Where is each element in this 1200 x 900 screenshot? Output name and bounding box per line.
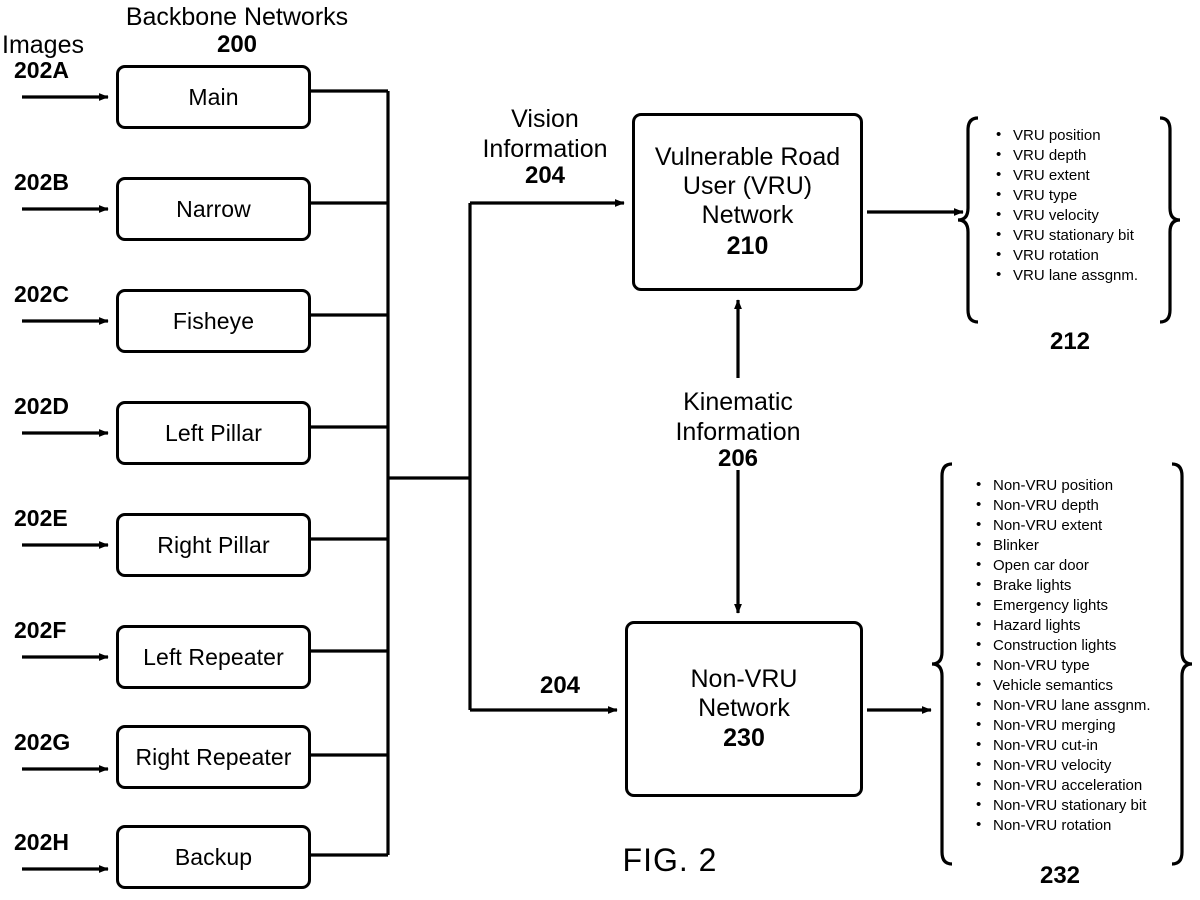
input-ref-202h: 202H <box>14 829 69 855</box>
list-item: Vehicle semantics <box>968 675 1151 696</box>
vru-outputs-ref: 212 <box>1049 328 1091 355</box>
backbone-box-main[interactable]: Main <box>116 65 311 129</box>
vru-network-line3: Network <box>701 201 794 230</box>
images-label: Images <box>2 31 84 59</box>
list-item: VRU rotation <box>988 245 1138 266</box>
vru-network-line2: User (VRU) <box>682 172 813 201</box>
list-item: Construction lights <box>968 635 1151 656</box>
backbone-label-fisheye: Fisheye <box>172 307 255 334</box>
list-item: Non-VRU type <box>968 655 1151 676</box>
backbone-box-left-repeater[interactable]: Left Repeater <box>116 625 311 689</box>
list-item: Open car door <box>968 555 1151 576</box>
vision-information-line1: Vision <box>511 105 579 133</box>
nonvru-network-ref: 230 <box>723 724 765 752</box>
list-item: VRU position <box>988 125 1138 146</box>
input-ref-202c: 202C <box>14 281 69 307</box>
kinematic-information-line2: Information <box>675 417 801 446</box>
list-item: Non-VRU merging <box>968 715 1151 736</box>
backbone-label-left-repeater: Left Repeater <box>143 643 284 670</box>
list-item: VRU extent <box>988 165 1138 186</box>
vru-outputs-list: VRU positionVRU depthVRU extentVRU typeV… <box>988 125 1138 286</box>
list-item: Non-VRU rotation <box>968 815 1151 836</box>
list-item: Emergency lights <box>968 595 1151 616</box>
list-item: Non-VRU depth <box>968 495 1151 516</box>
kinematic-information-label: Kinematic Information <box>633 388 843 447</box>
backbone-networks-label: Backbone Networks <box>125 3 349 31</box>
list-item: Non-VRU velocity <box>968 755 1151 776</box>
nonvru-network-line1: Non-VRU <box>690 664 798 693</box>
backbone-box-fisheye[interactable]: Fisheye <box>116 289 311 353</box>
list-item: Non-VRU position <box>968 475 1151 496</box>
list-item: Non-VRU cut-in <box>968 735 1151 756</box>
input-ref-202g: 202G <box>14 729 71 755</box>
vision-information-label: Vision Information <box>452 105 638 164</box>
nonvru-outputs-list: Non-VRU positionNon-VRU depthNon-VRU ext… <box>968 475 1151 836</box>
nonvru-network-box[interactable]: Non-VRU Network 230 <box>625 621 863 797</box>
vision-information-line2: Information <box>482 134 608 163</box>
list-item: Hazard lights <box>968 615 1151 636</box>
backbone-box-left-pillar[interactable]: Left Pillar <box>116 401 311 465</box>
nonvru-network-line2: Network <box>698 693 790 722</box>
kinematic-information-ref: 206 <box>717 445 759 472</box>
input-ref-202a: 202A <box>14 57 69 83</box>
backbone-label-left-pillar: Left Pillar <box>165 419 262 446</box>
input-ref-202f: 202F <box>14 617 67 643</box>
list-item: Non-VRU acceleration <box>968 775 1151 796</box>
backbone-box-backup[interactable]: Backup <box>116 825 311 889</box>
backbone-label-right-repeater: Right Repeater <box>135 743 292 770</box>
backbone-networks-ref: 200 <box>216 31 258 58</box>
input-ref-202e: 202E <box>14 505 68 531</box>
list-item: VRU stationary bit <box>988 225 1138 246</box>
vru-network-ref: 210 <box>726 231 769 260</box>
patent-figure: Images Backbone Networks 200 202A Main 2… <box>0 0 1200 900</box>
backbone-box-right-repeater[interactable]: Right Repeater <box>116 725 311 789</box>
vision-information-ref: 204 <box>524 162 566 189</box>
list-item: VRU depth <box>988 145 1138 166</box>
list-item: Brake lights <box>968 575 1151 596</box>
backbone-label-right-pillar: Right Pillar <box>157 531 270 558</box>
list-item: VRU velocity <box>988 205 1138 226</box>
list-item: Non-VRU lane assgnm. <box>968 695 1151 716</box>
nonvru-outputs-ref: 232 <box>1039 862 1081 889</box>
list-item: Blinker <box>968 535 1151 556</box>
figure-caption: FIG. 2 <box>622 842 718 878</box>
list-item: Non-VRU stationary bit <box>968 795 1151 816</box>
vru-network-line1: Vulnerable Road <box>654 142 841 171</box>
input-ref-202b: 202B <box>14 169 69 195</box>
vru-network-box[interactable]: Vulnerable Road User (VRU) Network 210 <box>632 113 863 291</box>
list-item: VRU type <box>988 185 1138 206</box>
backbone-label-backup: Backup <box>174 843 253 870</box>
input-ref-202d: 202D <box>14 393 69 419</box>
backbone-label-narrow: Narrow <box>176 195 251 222</box>
list-item: Non-VRU extent <box>968 515 1151 536</box>
list-item: VRU lane assgnm. <box>988 265 1138 286</box>
vision-information-ref-lower: 204 <box>539 672 581 699</box>
backbone-label-main: Main <box>188 83 239 110</box>
backbone-box-narrow[interactable]: Narrow <box>116 177 311 241</box>
backbone-box-right-pillar[interactable]: Right Pillar <box>116 513 311 577</box>
kinematic-information-line1: Kinematic <box>683 388 793 416</box>
